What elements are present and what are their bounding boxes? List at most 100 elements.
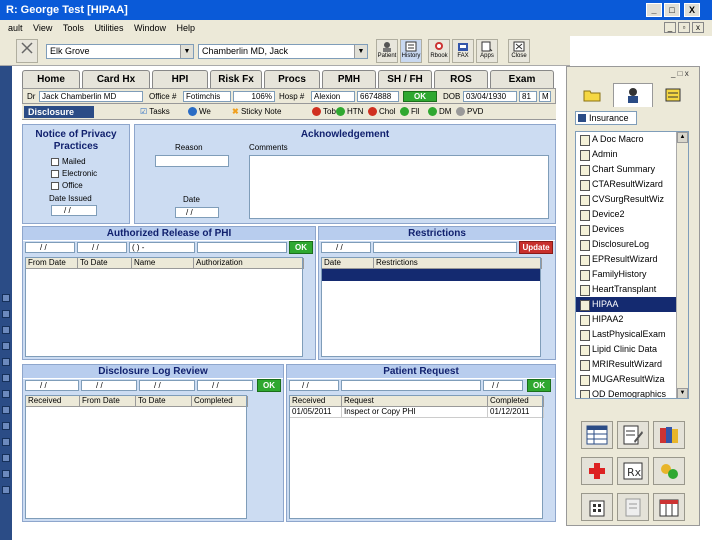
tab-hpi[interactable]: HPI bbox=[152, 70, 208, 88]
list-item[interactable]: OD Demographics bbox=[576, 387, 678, 398]
indicator-tob[interactable]: Tob bbox=[312, 107, 336, 117]
tab-ros[interactable]: ROS bbox=[434, 70, 488, 88]
release-to-date-field[interactable]: / / bbox=[77, 242, 127, 253]
column-header[interactable]: From Date bbox=[26, 258, 78, 269]
edit-note-button[interactable] bbox=[617, 421, 649, 449]
date-issued-field[interactable]: / / bbox=[51, 205, 97, 216]
strip-button[interactable] bbox=[2, 358, 10, 366]
list-item[interactable]: CTAResultWizard bbox=[576, 177, 678, 192]
strip-button[interactable] bbox=[2, 454, 10, 462]
list-item[interactable]: DisclosureLog bbox=[576, 237, 678, 252]
restriction-text-field[interactable] bbox=[373, 242, 517, 253]
menu-item-tools[interactable]: Tools bbox=[63, 23, 84, 33]
list-item-selected[interactable]: HIPAA bbox=[576, 297, 678, 312]
close-tool-button[interactable]: Close bbox=[508, 39, 530, 63]
table-row[interactable]: 01/05/2011 Inspect or Copy PHI 01/12/201… bbox=[290, 407, 544, 418]
scroll-down-arrow-icon[interactable]: ▼ bbox=[677, 388, 688, 398]
column-header[interactable]: Received bbox=[290, 396, 342, 407]
indicator-sticky-note[interactable]: ✖ Sticky Note bbox=[232, 107, 281, 116]
log-ok-button[interactable]: OK bbox=[257, 379, 281, 392]
list-item[interactable]: MRIResultWizard bbox=[576, 357, 678, 372]
indicator-pvd[interactable]: PVD bbox=[456, 107, 483, 117]
medical-button[interactable] bbox=[581, 457, 613, 485]
form-tab[interactable] bbox=[655, 85, 691, 105]
strip-button[interactable] bbox=[2, 438, 10, 446]
list-item[interactable]: Chart Summary bbox=[576, 162, 678, 177]
column-header[interactable]: Date bbox=[322, 258, 374, 269]
tab-exam[interactable]: Exam bbox=[490, 70, 554, 88]
insurance-button[interactable]: Insurance bbox=[575, 111, 637, 125]
ack-date-field[interactable]: / / bbox=[175, 207, 219, 218]
provider-select[interactable]: Chamberlin MD, Jack ▼ bbox=[198, 44, 368, 59]
strip-button[interactable] bbox=[2, 390, 10, 398]
list-item[interactable]: Lipid Clinic Data bbox=[576, 342, 678, 357]
request-received-field[interactable]: / / bbox=[289, 380, 339, 391]
list-item[interactable]: EPResultWizard bbox=[576, 252, 678, 267]
indicator-fll[interactable]: Fll bbox=[400, 107, 419, 117]
strip-button[interactable] bbox=[2, 374, 10, 382]
mdi-minimize-button[interactable]: _ bbox=[664, 22, 676, 33]
panel-window-controls[interactable]: _ □ x bbox=[671, 69, 689, 78]
doctor-tab[interactable] bbox=[613, 83, 653, 107]
strip-button[interactable] bbox=[2, 406, 10, 414]
menu-item-file[interactable]: ault bbox=[8, 23, 23, 33]
tab-home[interactable]: Home bbox=[22, 70, 80, 88]
log-from-date-field[interactable]: / / bbox=[81, 380, 137, 391]
calendar-button[interactable] bbox=[653, 493, 685, 521]
restriction-date-field[interactable]: / / bbox=[321, 242, 371, 253]
hosp-value-field[interactable]: 6674888 bbox=[357, 91, 399, 102]
close-button[interactable]: X bbox=[684, 3, 700, 17]
hosp-field[interactable]: Alexion bbox=[311, 91, 355, 102]
flowsheet-button[interactable] bbox=[581, 421, 613, 449]
log-to-date-field[interactable]: / / bbox=[139, 380, 195, 391]
list-item[interactable]: MUGAResultWiza bbox=[576, 372, 678, 387]
toolbar-action-icon[interactable] bbox=[16, 39, 38, 63]
mailed-checkbox[interactable] bbox=[51, 157, 59, 166]
sex-field[interactable]: M bbox=[539, 91, 551, 102]
fax-tool-button[interactable]: FAX bbox=[452, 39, 474, 63]
comments-field[interactable] bbox=[249, 155, 549, 219]
release-ok-button[interactable]: OK bbox=[289, 241, 313, 254]
menu-item-view[interactable]: View bbox=[33, 23, 52, 33]
history-tool-button[interactable]: History bbox=[400, 39, 422, 63]
list-item[interactable]: HIPAA2 bbox=[576, 312, 678, 327]
patient-tool-button[interactable]: Patient bbox=[376, 39, 398, 63]
request-completed-field[interactable]: / / bbox=[483, 380, 523, 391]
strip-button[interactable] bbox=[2, 310, 10, 318]
strip-button[interactable] bbox=[2, 422, 10, 430]
mdi-restore-button[interactable]: ▫ bbox=[678, 22, 690, 33]
menu-item-help[interactable]: Help bbox=[177, 23, 196, 33]
tab-risk-fx[interactable]: Risk Fx bbox=[210, 70, 262, 88]
release-from-date-field[interactable]: / / bbox=[25, 242, 75, 253]
strip-button[interactable] bbox=[2, 294, 10, 302]
office-field[interactable]: Fotimchis bbox=[183, 91, 231, 102]
office-checkbox[interactable] bbox=[51, 181, 59, 190]
request-text-field[interactable] bbox=[341, 380, 481, 391]
restrictions-selected-row[interactable] bbox=[322, 269, 540, 281]
electronic-checkbox[interactable] bbox=[51, 169, 59, 178]
prescription-button[interactable]: Rx bbox=[617, 457, 649, 485]
patient-ok-button[interactable]: OK bbox=[403, 91, 437, 102]
scroll-up-arrow-icon[interactable]: ▲ bbox=[677, 132, 688, 143]
column-header[interactable]: From Date bbox=[80, 396, 136, 407]
list-item[interactable]: FamilyHistory bbox=[576, 267, 678, 282]
dob-field[interactable]: 03/04/1930 bbox=[463, 91, 517, 102]
indicator-tasks[interactable]: ☑ Tasks bbox=[140, 107, 170, 116]
lab-button[interactable] bbox=[653, 457, 685, 485]
indicator-htn[interactable]: HTN bbox=[336, 107, 363, 117]
apps-tool-button[interactable]: Apps bbox=[476, 39, 498, 63]
tab-sh-fh[interactable]: SH / FH bbox=[378, 70, 432, 88]
release-phone-field[interactable]: ( ) - bbox=[129, 242, 195, 253]
mdi-close-button[interactable]: x bbox=[692, 22, 704, 33]
list-item[interactable]: Devices bbox=[576, 222, 678, 237]
tab-card-hx[interactable]: Card Hx bbox=[82, 70, 150, 88]
indicator-we[interactable]: We bbox=[188, 107, 211, 117]
folder-tab[interactable] bbox=[575, 85, 611, 105]
office-option[interactable]: Office bbox=[51, 181, 83, 190]
column-header[interactable]: Name bbox=[132, 258, 194, 269]
building-button[interactable] bbox=[581, 493, 613, 521]
document-button[interactable] bbox=[617, 493, 649, 521]
list-item[interactable]: CVSurgResultWiz bbox=[576, 192, 678, 207]
office-value-field[interactable]: 106% bbox=[233, 91, 275, 102]
strip-button[interactable] bbox=[2, 486, 10, 494]
